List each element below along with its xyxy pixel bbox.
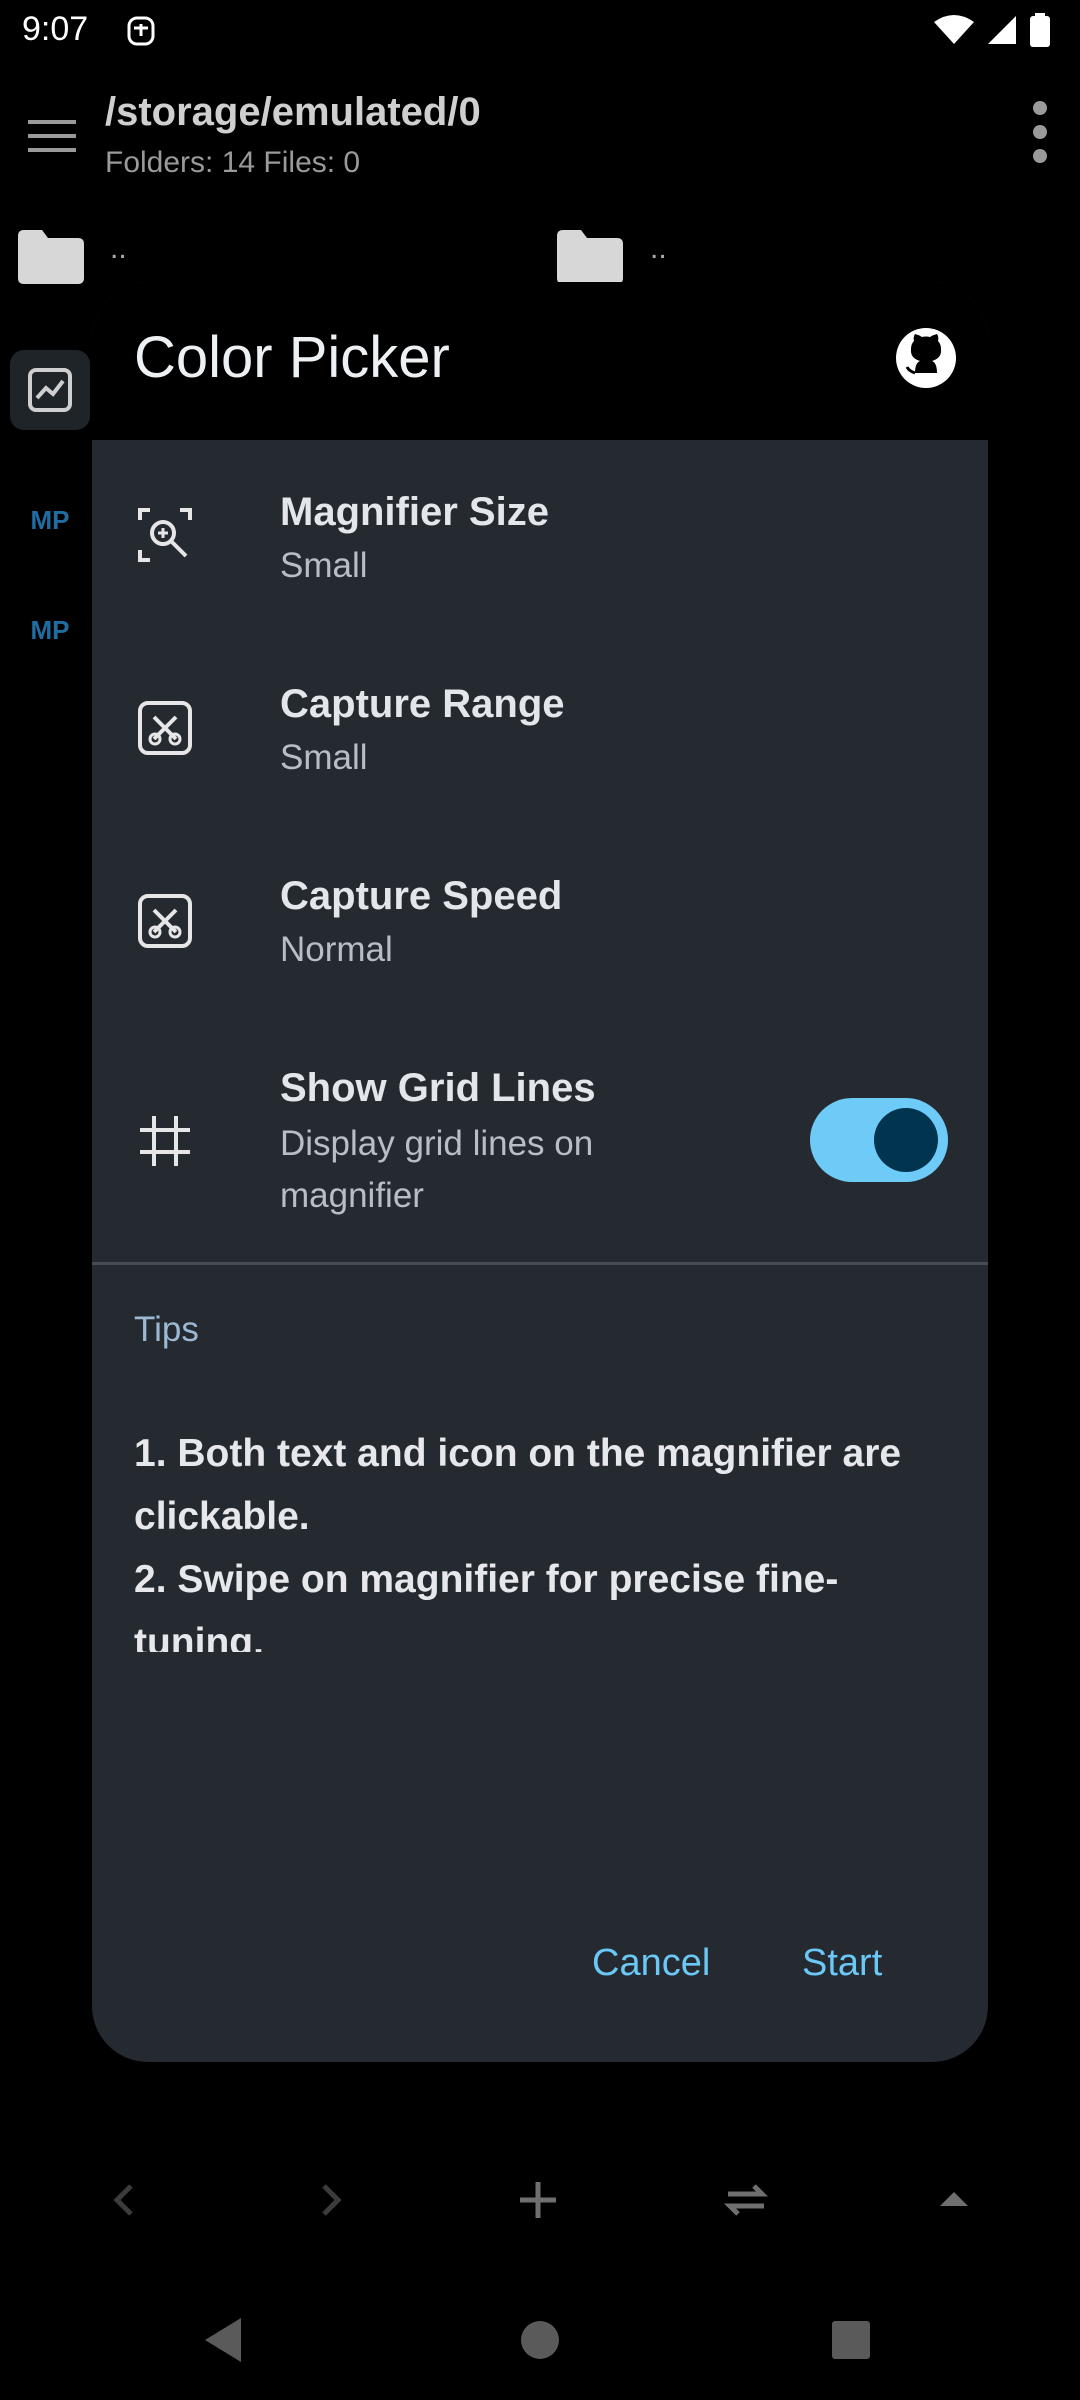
github-icon[interactable] xyxy=(895,327,957,389)
swap-icon[interactable] xyxy=(716,2170,776,2230)
more-options-icon[interactable] xyxy=(1030,100,1050,164)
capture-speed-value[interactable]: Normal xyxy=(280,924,393,976)
chart-app-icon[interactable] xyxy=(10,350,90,430)
mp-file-icon[interactable]: MP xyxy=(25,505,75,536)
back-arrow-icon[interactable] xyxy=(95,2170,155,2230)
capture-range-value[interactable]: Small xyxy=(280,732,368,784)
nav-back-icon[interactable] xyxy=(195,2310,255,2370)
forward-arrow-icon[interactable] xyxy=(300,2170,360,2230)
color-picker-dialog: Color Picker Magnifier Size Small Captur… xyxy=(92,282,988,2062)
magnifier-search-icon xyxy=(138,508,192,562)
grid-icon xyxy=(140,1116,190,1166)
grid-lines-toggle[interactable] xyxy=(810,1098,948,1182)
show-grid-lines-title[interactable]: Show Grid Lines xyxy=(280,1066,596,1111)
add-icon[interactable] xyxy=(508,2170,568,2230)
signal-icon xyxy=(988,16,1016,44)
status-time: 9:07 xyxy=(22,10,89,48)
expand-up-icon[interactable] xyxy=(924,2170,984,2230)
app-notification-icon xyxy=(127,16,155,46)
wifi-icon xyxy=(934,15,974,44)
tips-scroll-area[interactable]: 1. Both text and icon on the magnifier a… xyxy=(134,1422,954,1652)
mp-file-icon[interactable]: MP xyxy=(25,615,75,646)
magnifier-size-value[interactable]: Small xyxy=(280,540,368,592)
toggle-thumb xyxy=(874,1108,938,1172)
tips-text: 1. Both text and icon on the magnifier a… xyxy=(134,1432,902,1652)
capture-speed-title[interactable]: Capture Speed xyxy=(280,874,562,919)
battery-icon xyxy=(1030,13,1050,47)
capture-range-icon xyxy=(138,701,192,755)
show-grid-lines-description: Display grid lines on magnifier xyxy=(280,1124,594,1215)
magnifier-size-title[interactable]: Magnifier Size xyxy=(280,490,549,535)
tips-label: Tips xyxy=(134,1310,199,1349)
nav-recents-icon[interactable] xyxy=(821,2310,881,2370)
folder-icon[interactable] xyxy=(18,230,84,284)
cancel-button[interactable]: Cancel xyxy=(592,1942,710,1985)
capture-range-title[interactable]: Capture Range xyxy=(280,682,565,727)
parent-folder-label: .. xyxy=(650,232,667,265)
divider xyxy=(92,1262,988,1265)
parent-folder-label: .. xyxy=(110,232,127,265)
menu-icon[interactable] xyxy=(28,118,76,154)
status-icons xyxy=(934,12,1050,48)
current-path: /storage/emulated/0 xyxy=(105,90,481,134)
nav-home-icon[interactable] xyxy=(510,2310,570,2370)
start-button[interactable]: Start xyxy=(802,1942,882,1985)
dialog-title: Color Picker xyxy=(134,325,450,390)
folder-file-count: Folders: 14 Files: 0 xyxy=(105,146,361,179)
folder-icon[interactable] xyxy=(557,230,623,284)
capture-speed-icon xyxy=(138,894,192,948)
